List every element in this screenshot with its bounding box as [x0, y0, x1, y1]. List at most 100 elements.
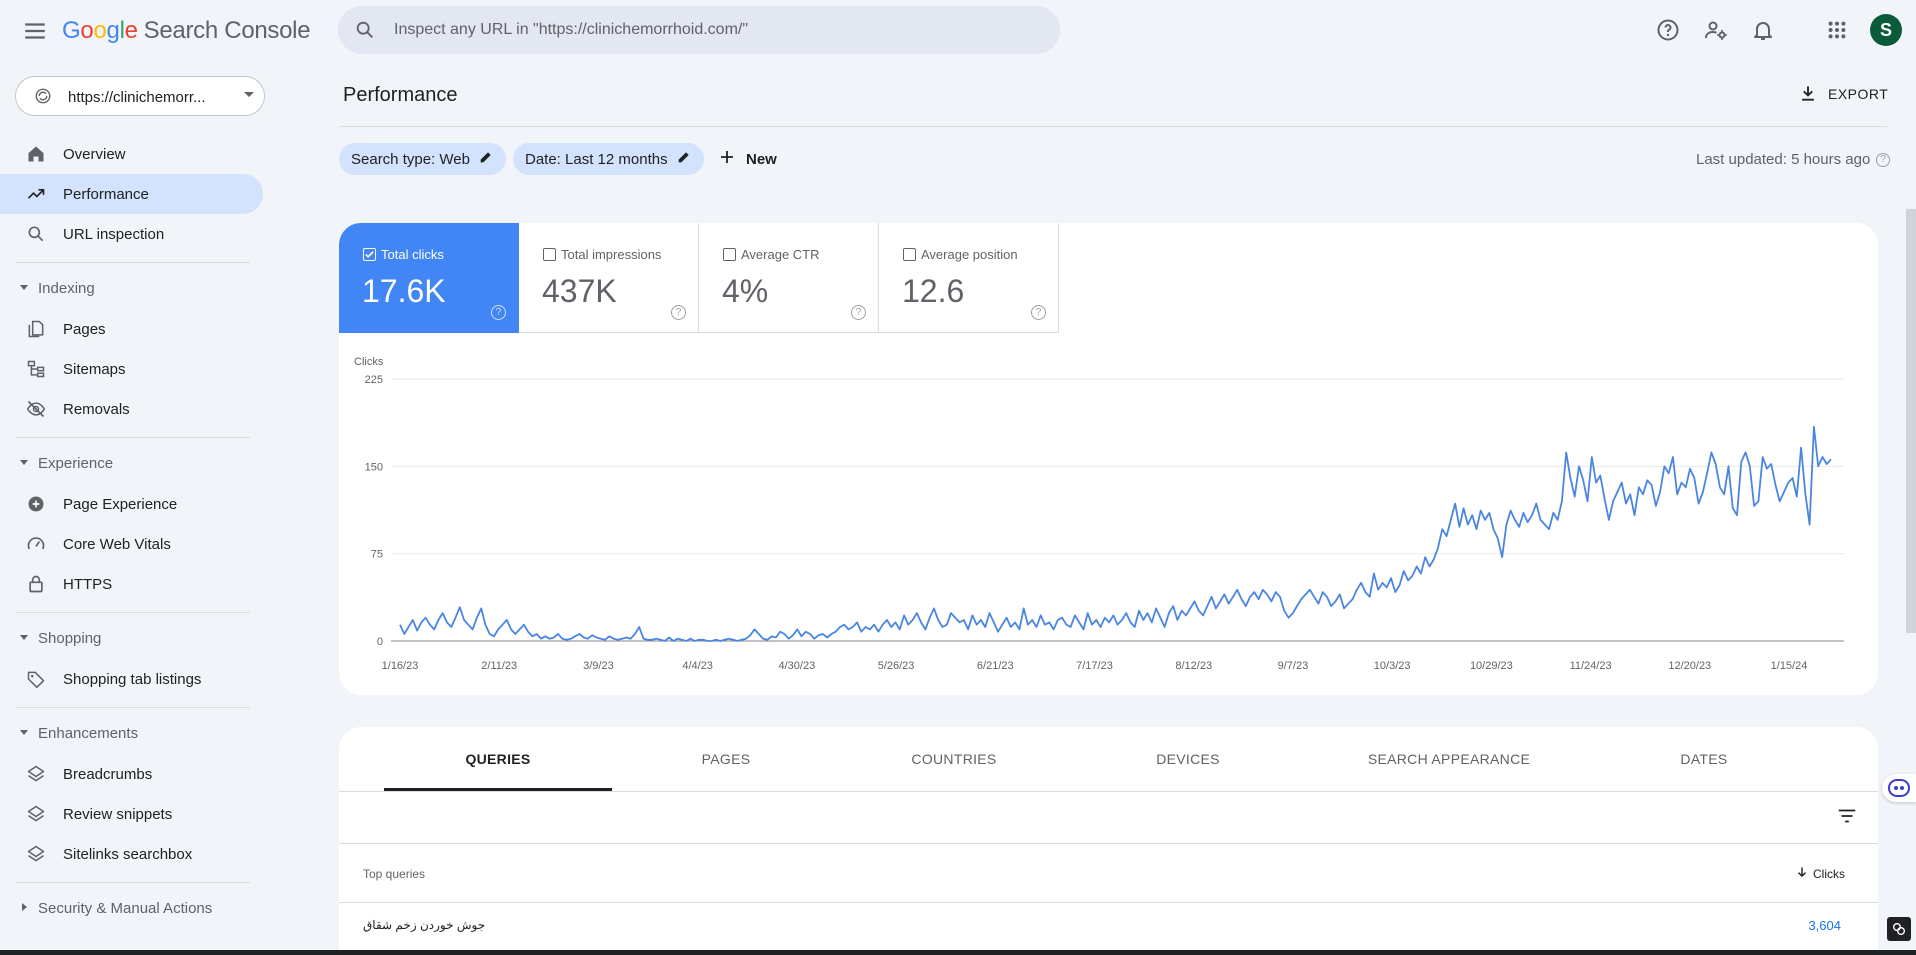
sidebar-item-review-snippets[interactable]: Review snippets	[0, 794, 263, 834]
section-security-toggle[interactable]: Security & Manual Actions	[0, 894, 263, 924]
search-console-logo[interactable]: Google Search Console	[62, 17, 311, 45]
property-label: https://clinichemorr...	[68, 89, 206, 106]
url-inspect-input[interactable]	[394, 18, 1034, 42]
help-icon[interactable]: ?	[851, 305, 866, 320]
caret-down-icon	[20, 635, 28, 640]
layers-icon	[26, 804, 46, 824]
tab-countries[interactable]: COUNTRIES	[840, 727, 1068, 791]
property-selector[interactable]: https://clinichemorr...	[15, 76, 265, 116]
help-icon[interactable]: ?	[1876, 152, 1891, 167]
section-title: Enhancements	[38, 725, 139, 742]
x-tick-label: 5/26/23	[878, 660, 915, 672]
x-tick-label: 10/29/23	[1470, 660, 1513, 672]
notifications-bell-icon[interactable]	[1748, 15, 1778, 45]
sidebar-item-url-inspection[interactable]: URL inspection	[0, 214, 263, 254]
arrow-down-icon	[1795, 865, 1809, 882]
metric-average-position[interactable]: Average position 12.6 ?	[879, 223, 1059, 333]
caret-down-icon	[20, 460, 28, 465]
sidebar-item-shopping-tab-listings[interactable]: Shopping tab listings	[0, 659, 263, 699]
sidebar-item-label: Sitelinks searchbox	[63, 846, 193, 863]
metric-average-ctr[interactable]: Average CTR 4% ?	[699, 223, 879, 333]
table-row-query[interactable]: جوش خوردن زخم شقاق	[363, 918, 485, 932]
help-icon[interactable]: ?	[1031, 305, 1046, 320]
chip-label: Date: Last 12 months	[525, 150, 668, 168]
sidebar-item-removals[interactable]: Removals	[0, 389, 263, 429]
sidebar-item-sitelinks-searchbox[interactable]: Sitelinks searchbox	[0, 834, 263, 874]
x-tick-label: 8/12/23	[1175, 660, 1212, 672]
export-button[interactable]: EXPORT	[1798, 80, 1888, 108]
hamburger-menu-icon[interactable]	[22, 18, 48, 44]
metric-label: Total clicks	[381, 247, 444, 262]
sidebar-item-pages[interactable]: Pages	[0, 309, 263, 349]
help-icon[interactable]: ?	[491, 305, 506, 320]
tab-search-appearance[interactable]: SEARCH APPEARANCE	[1308, 727, 1590, 791]
checkbox-icon[interactable]	[543, 248, 556, 261]
sidebar-item-sitemaps[interactable]: Sitemaps	[0, 349, 263, 389]
sidebar-item-overview[interactable]: Overview	[0, 134, 263, 174]
sidebar-item-label: Sitemaps	[63, 361, 126, 378]
filter-list-icon[interactable]	[1836, 805, 1858, 832]
section-enhancements-toggle[interactable]: Enhancements	[0, 719, 263, 749]
page-scrollbar[interactable]	[1906, 209, 1916, 633]
sidebar-item-page-experience[interactable]: Page Experience	[0, 484, 263, 524]
sidebar-item-core-web-vitals[interactable]: Core Web Vitals	[0, 524, 263, 564]
extension-icon[interactable]	[1887, 917, 1911, 941]
tab-pages[interactable]: PAGES	[612, 727, 840, 791]
window-bottom-bar	[0, 950, 1916, 955]
sidebar-item-label: Removals	[63, 401, 130, 418]
sidebar-item-label: Pages	[63, 321, 106, 338]
metric-total-clicks[interactable]: Total clicks 17.6K ?	[339, 223, 519, 333]
tab-dates[interactable]: DATES	[1590, 727, 1818, 791]
google-wordmark: Google	[62, 17, 138, 44]
tab-devices[interactable]: DEVICES	[1074, 727, 1302, 791]
divider	[15, 437, 250, 438]
sidebar-item-label: URL inspection	[63, 226, 165, 243]
chevron-down-icon	[244, 92, 254, 97]
sitemap-icon	[26, 359, 46, 379]
apps-grid-icon[interactable]	[1822, 15, 1852, 45]
metric-label-row: Total impressions	[543, 247, 661, 262]
help-icon[interactable]	[1653, 15, 1683, 45]
section-shopping-toggle[interactable]: Shopping	[0, 624, 263, 654]
section-indexing-toggle[interactable]: Indexing	[0, 274, 263, 304]
url-inspect-search[interactable]	[338, 6, 1060, 54]
checkbox-checked-icon[interactable]	[363, 248, 376, 261]
metric-total-impressions[interactable]: Total impressions 437K ?	[519, 223, 699, 333]
account-avatar[interactable]: S	[1870, 14, 1902, 46]
section-title: Security & Manual Actions	[38, 900, 213, 917]
section-experience-toggle[interactable]: Experience	[0, 449, 263, 479]
checkbox-icon[interactable]	[723, 248, 736, 261]
assistant-bot-icon[interactable]	[1882, 774, 1916, 802]
x-tick-label: 3/9/23	[583, 660, 614, 672]
visibility-off-icon	[26, 399, 46, 419]
filter-chip-search-type[interactable]: Search type: Web	[339, 143, 506, 175]
divider	[339, 902, 1878, 903]
edit-pencil-icon	[676, 149, 692, 169]
tab-queries[interactable]: QUERIES	[384, 727, 612, 791]
checkbox-icon[interactable]	[903, 248, 916, 261]
sidebar-item-https[interactable]: HTTPS	[0, 564, 263, 604]
search-icon	[26, 224, 46, 244]
column-header-label: Clicks	[1813, 866, 1845, 881]
x-tick-label: 7/17/23	[1076, 660, 1113, 672]
last-updated-status: Last updated: 5 hours ago ?	[1696, 151, 1891, 168]
metric-label-row: Total clicks	[363, 247, 444, 262]
sidebar-item-label: Overview	[63, 146, 126, 163]
section-title: Experience	[38, 455, 114, 472]
new-filter-button[interactable]: New	[718, 145, 777, 173]
sidebar-item-performance[interactable]: Performance	[0, 174, 263, 214]
product-name: Search Console	[143, 17, 311, 44]
metric-label: Average position	[921, 247, 1018, 262]
sidebar-item-breadcrumbs[interactable]: Breadcrumbs	[0, 754, 263, 794]
tag-icon	[26, 669, 46, 689]
filter-chip-date[interactable]: Date: Last 12 months	[513, 143, 704, 175]
column-header-clicks[interactable]: Clicks	[1795, 865, 1845, 882]
section-title: Indexing	[38, 280, 95, 297]
search-icon	[354, 19, 376, 46]
sidebar-item-label: Core Web Vitals	[63, 536, 171, 553]
lock-icon	[26, 574, 46, 594]
manage-users-icon[interactable]	[1701, 15, 1731, 45]
help-icon[interactable]: ?	[671, 305, 686, 320]
y-axis-label: Clicks	[354, 356, 384, 368]
metric-value: 17.6K	[362, 273, 446, 309]
